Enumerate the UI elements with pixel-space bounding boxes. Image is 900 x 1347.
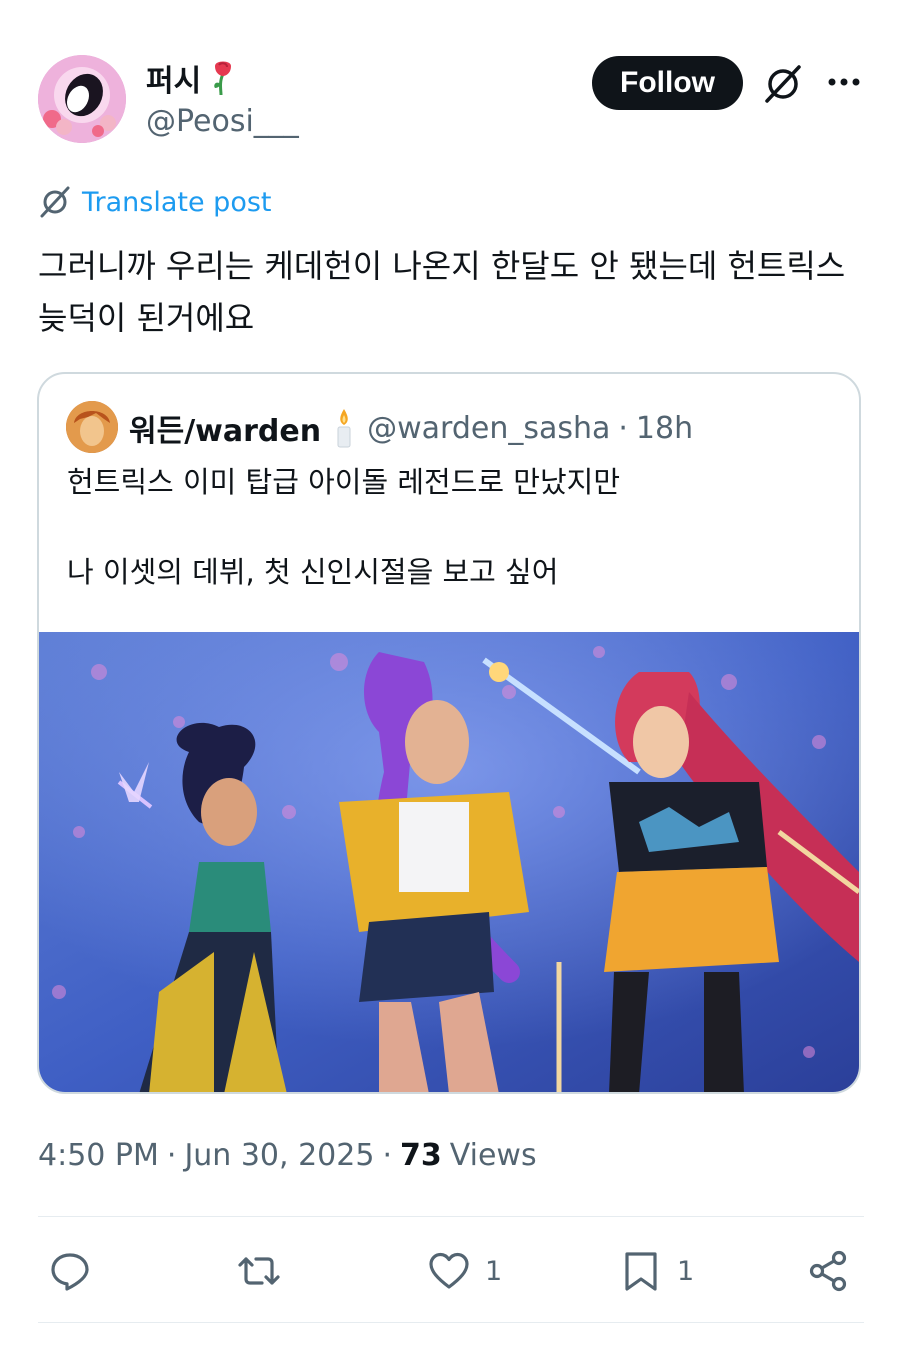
rose-emoji-icon [214, 61, 232, 96]
candle-emoji-icon [337, 409, 351, 448]
author-avatar[interactable] [38, 55, 126, 143]
grok-icon[interactable] [762, 63, 804, 105]
views-count[interactable]: 73 [400, 1138, 442, 1173]
quoted-handle[interactable]: @warden_sasha [367, 411, 610, 446]
follow-button[interactable]: Follow [592, 56, 743, 110]
separator-dot: · [166, 1137, 177, 1173]
quoted-timestamp[interactable]: 18h [636, 411, 693, 446]
bookmark-icon [625, 1252, 657, 1291]
separator-dot: · [382, 1137, 392, 1173]
quoted-post-image[interactable] [39, 632, 859, 1094]
translate-post-link[interactable]: Translate post [38, 184, 272, 220]
divider [38, 1216, 864, 1217]
bookmark-button[interactable]: 1 [619, 1248, 694, 1294]
reply-button[interactable] [48, 1248, 106, 1294]
author-display-name-row[interactable]: 퍼시 [146, 56, 237, 100]
like-count: 1 [485, 1255, 503, 1287]
repost-icon [238, 1257, 280, 1285]
separator-dot: · [618, 410, 628, 446]
post-time[interactable]: 4:50 PM [38, 1138, 159, 1173]
repost-button[interactable] [237, 1248, 295, 1294]
quoted-display-name[interactable]: 워든/warden [129, 406, 321, 450]
reply-icon [51, 1253, 89, 1291]
like-button[interactable]: 1 [427, 1248, 502, 1294]
action-bar: 1 1 [0, 1238, 900, 1304]
author-display-name[interactable]: 퍼시 [146, 56, 201, 100]
bookmark-count: 1 [677, 1255, 695, 1287]
post-meta: 4:50 PM · Jun 30, 2025 · 73 Views [38, 1132, 537, 1178]
divider [38, 1322, 864, 1323]
quoted-post-card[interactable]: 워든/warden @warden_sasha · 18h 헌트릭스 이미 탑급… [37, 372, 861, 1094]
quoted-post-header: 워든/warden @warden_sasha · 18h [129, 404, 693, 452]
post-date[interactable]: Jun 30, 2025 [184, 1138, 374, 1173]
post-text: 그러니까 우리는 케데헌이 나온지 한달도 안 됐는데 헌트릭스 늦덕이 된거에… [38, 247, 846, 337]
share-button[interactable] [806, 1248, 850, 1294]
post-header: 퍼시 @Peosi___ Follow [0, 0, 900, 160]
quoted-author-avatar[interactable] [66, 401, 118, 453]
heart-icon [429, 1252, 469, 1289]
translate-post-label[interactable]: Translate post [82, 187, 272, 218]
views-label[interactable]: Views [450, 1138, 537, 1173]
share-icon [809, 1250, 847, 1292]
more-options-icon[interactable] [822, 62, 866, 102]
quoted-post-text: 헌트릭스 이미 탑급 아이돌 레전드로 만났지만 나 이셋의 데뷔, 첫 신인시… [67, 465, 621, 589]
grok-translate-icon [40, 186, 70, 218]
author-handle[interactable]: @Peosi___ [146, 104, 299, 139]
